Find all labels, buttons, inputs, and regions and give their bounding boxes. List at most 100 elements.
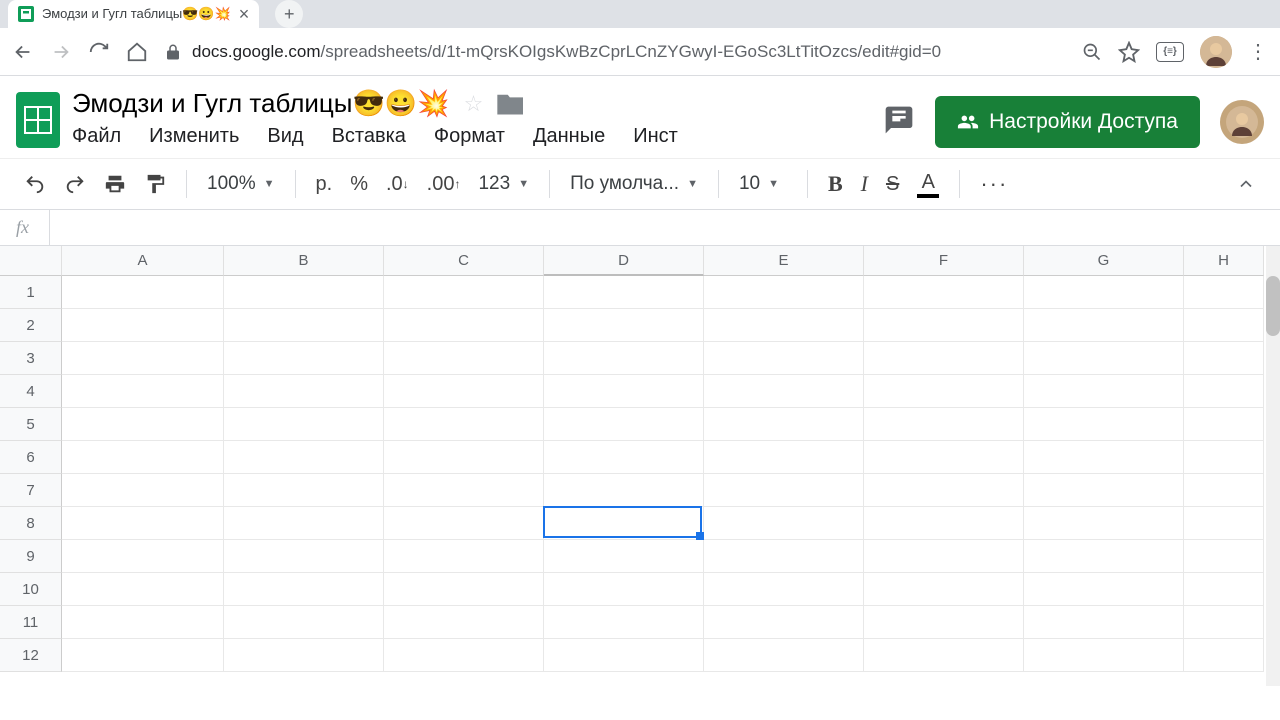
cell[interactable] (62, 342, 224, 375)
comments-button[interactable] (883, 104, 915, 141)
cell[interactable] (1184, 276, 1264, 309)
cell[interactable] (384, 606, 544, 639)
browser-tab[interactable]: Эмодзи и Гугл таблицы😎😀💥 × (8, 0, 259, 28)
undo-button[interactable] (18, 169, 52, 199)
document-title[interactable]: Эмодзи и Гугл таблицы😎😀💥 (72, 88, 450, 119)
print-button[interactable] (98, 169, 132, 199)
share-button[interactable]: Настройки Доступа (935, 96, 1200, 148)
row-header-12[interactable]: 12 (0, 639, 62, 672)
cell[interactable] (224, 309, 384, 342)
italic-button[interactable]: I (855, 167, 874, 201)
cell[interactable] (1184, 474, 1264, 507)
cell[interactable] (704, 276, 864, 309)
menu-данные[interactable]: Данные (533, 125, 605, 148)
home-button[interactable] (126, 41, 148, 63)
extension-icon[interactable]: {≡} (1156, 42, 1184, 62)
row-header-7[interactable]: 7 (0, 474, 62, 507)
row-header-3[interactable]: 3 (0, 342, 62, 375)
cell[interactable] (384, 540, 544, 573)
collapse-toolbar-button[interactable] (1230, 170, 1262, 198)
cell[interactable] (384, 375, 544, 408)
row-header-8[interactable]: 8 (0, 507, 62, 540)
cell[interactable] (62, 309, 224, 342)
forward-button[interactable] (50, 41, 72, 63)
cell[interactable] (704, 606, 864, 639)
cell[interactable] (1184, 342, 1264, 375)
cell[interactable] (1184, 606, 1264, 639)
cell[interactable] (544, 342, 704, 375)
menu-изменить[interactable]: Изменить (149, 125, 239, 148)
font-dropdown[interactable]: По умолча...▼ (564, 173, 704, 195)
close-tab-icon[interactable]: × (239, 4, 250, 25)
cell[interactable] (1024, 573, 1184, 606)
cell[interactable] (704, 639, 864, 672)
text-color-button[interactable]: A (911, 167, 945, 202)
account-avatar[interactable] (1220, 100, 1264, 144)
cell[interactable] (704, 375, 864, 408)
zoom-dropdown[interactable]: 100%▼ (201, 173, 281, 195)
browser-menu-icon[interactable]: ⋮ (1248, 39, 1268, 64)
cell[interactable] (544, 639, 704, 672)
cell[interactable] (1024, 309, 1184, 342)
row-header-1[interactable]: 1 (0, 276, 62, 309)
menu-файл[interactable]: Файл (72, 125, 121, 148)
cell[interactable] (384, 441, 544, 474)
cell[interactable] (1024, 408, 1184, 441)
cell[interactable] (544, 441, 704, 474)
cell[interactable] (864, 342, 1024, 375)
cell[interactable] (1024, 375, 1184, 408)
cell[interactable] (1184, 507, 1264, 540)
bold-button[interactable]: B (822, 167, 849, 201)
cell[interactable] (224, 540, 384, 573)
cell[interactable] (384, 408, 544, 441)
cell[interactable] (384, 507, 544, 540)
currency-button[interactable]: р. (310, 169, 339, 200)
menu-формат[interactable]: Формат (434, 125, 505, 148)
font-size-dropdown[interactable]: 10▼ (733, 173, 793, 195)
row-header-9[interactable]: 9 (0, 540, 62, 573)
increase-decimal-button[interactable]: .00↑ (421, 169, 467, 200)
cell[interactable] (1184, 375, 1264, 408)
cell[interactable] (1184, 639, 1264, 672)
column-header-B[interactable]: B (224, 246, 384, 276)
row-header-5[interactable]: 5 (0, 408, 62, 441)
cell[interactable] (1024, 276, 1184, 309)
cell[interactable] (1184, 441, 1264, 474)
cell[interactable] (704, 573, 864, 606)
cell[interactable] (384, 639, 544, 672)
cell[interactable] (544, 540, 704, 573)
cell[interactable] (62, 540, 224, 573)
strikethrough-button[interactable]: S (880, 169, 905, 200)
cell[interactable] (224, 375, 384, 408)
cell[interactable] (704, 408, 864, 441)
cell[interactable] (384, 474, 544, 507)
cell[interactable] (864, 441, 1024, 474)
menu-вставка[interactable]: Вставка (332, 125, 406, 148)
cell[interactable] (1024, 639, 1184, 672)
row-header-2[interactable]: 2 (0, 309, 62, 342)
cell[interactable] (384, 309, 544, 342)
sheets-logo[interactable] (16, 92, 60, 148)
cell[interactable] (864, 540, 1024, 573)
percent-button[interactable]: % (344, 169, 374, 200)
cell[interactable] (224, 342, 384, 375)
back-button[interactable] (12, 41, 34, 63)
cell[interactable] (224, 408, 384, 441)
cell[interactable] (864, 573, 1024, 606)
cell[interactable] (544, 573, 704, 606)
cell[interactable] (544, 606, 704, 639)
cell[interactable] (864, 309, 1024, 342)
cell[interactable] (544, 309, 704, 342)
address-bar[interactable]: docs.google.com/spreadsheets/d/1t-mQrsKO… (164, 42, 1066, 62)
more-formats-dropdown[interactable]: 123▼ (472, 173, 535, 195)
row-header-6[interactable]: 6 (0, 441, 62, 474)
redo-button[interactable] (58, 169, 92, 199)
cell[interactable] (224, 474, 384, 507)
cell[interactable] (1184, 540, 1264, 573)
cell[interactable] (704, 441, 864, 474)
cell[interactable] (1184, 309, 1264, 342)
cell[interactable] (224, 276, 384, 309)
cell[interactable] (704, 342, 864, 375)
paint-format-button[interactable] (138, 169, 172, 199)
cell[interactable] (1024, 540, 1184, 573)
